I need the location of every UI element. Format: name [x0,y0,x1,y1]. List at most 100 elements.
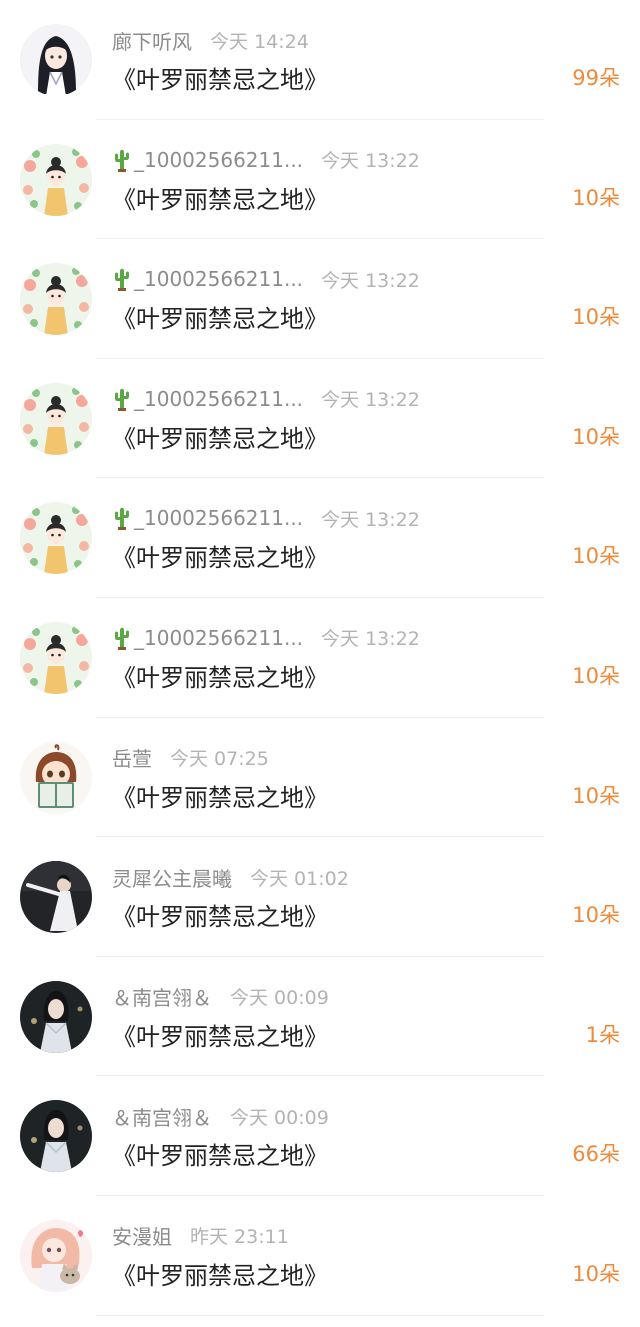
avatar[interactable] [20,1100,92,1173]
user-name-text: ＆南宫翎＆ [112,1105,212,1130]
timestamp: 今天 00:09 [230,1106,329,1129]
item-meta: 安漫姐 昨天 23:11 [112,1222,289,1250]
cactus-icon [112,267,132,292]
dancer-photo-icon [20,861,92,934]
book-title: 《叶罗丽禁忌之地》 [112,66,328,94]
flower-count: 10朵 [572,1261,620,1286]
book-title: 《叶罗丽禁忌之地》 [112,1142,328,1171]
gift-record-list: 廊下听风 今天 14:24 《叶罗丽禁忌之地》 99朵 _10002566211… [0,0,640,1316]
item-meta: _10002566211... 今天 13:22 [112,265,420,293]
book-title: 《叶罗丽禁忌之地》 [112,185,328,214]
list-item[interactable]: 岳萱 今天 07:25 《叶罗丽禁忌之地》 10朵 [0,718,640,838]
avatar[interactable] [20,741,92,814]
list-item[interactable]: _10002566211... 今天 13:22 《叶罗丽禁忌之地》 10朵 [0,239,640,359]
cactus-icon [112,626,132,650]
user-name[interactable]: ＆南宫翎＆ [112,982,212,1011]
user-name[interactable]: 廊下听风 [112,26,192,55]
list-item[interactable]: 廊下听风 今天 14:24 《叶罗丽禁忌之地》 99朵 [0,0,640,120]
item-meta: 廊下听风 今天 14:24 [112,26,309,54]
book-title: 《叶罗丽禁忌之地》 [112,903,328,932]
list-item[interactable]: 灵犀公主晨曦 今天 01:02 《叶罗丽禁忌之地》 10朵 [0,837,640,957]
user-name-text: _10002566211... [134,506,304,531]
user-name[interactable]: _10002566211... [112,267,304,292]
item-meta: _10002566211... 今天 13:22 [112,146,420,174]
list-item[interactable]: ＆南宫翎＆ 今天 00:09 《叶罗丽禁忌之地》 1朵 [0,957,640,1077]
timestamp: 今天 13:22 [321,269,420,292]
timestamp: 昨天 23:11 [190,1226,289,1249]
flower-count: 1朵 [585,1022,620,1047]
book-title: 《叶罗丽禁忌之地》 [112,1261,328,1290]
user-name-text: _10002566211... [134,147,304,172]
user-name-text: _10002566211... [134,267,304,292]
timestamp: 今天 01:02 [250,867,349,890]
avatar[interactable] [20,24,92,96]
floral-girl-icon [20,621,92,694]
user-name-text: 安漫姐 [112,1225,172,1250]
book-title: 《叶罗丽禁忌之地》 [112,424,328,453]
item-meta: ＆南宫翎＆ 今天 00:09 [112,1102,329,1130]
cactus-icon [112,387,132,411]
user-name[interactable]: 岳萱 [112,743,152,772]
list-item[interactable]: _10002566211... 今天 13:22 《叶罗丽禁忌之地》 10朵 [0,598,640,718]
user-name-text: _10002566211... [134,386,304,411]
user-name[interactable]: _10002566211... [112,626,303,650]
avatar[interactable] [20,621,92,694]
floral-girl-icon [20,263,92,336]
avatar[interactable] [20,861,92,934]
timestamp: 今天 07:25 [170,748,269,771]
woman-white-dress-photo-icon [20,1100,92,1173]
floral-girl-icon [20,382,92,455]
user-name[interactable]: ＆南宫翎＆ [112,1102,212,1131]
girl-reading-book-icon [20,741,92,814]
avatar[interactable] [20,1219,92,1292]
user-name-text: _10002566211... [134,625,304,650]
flower-count: 10朵 [572,185,620,210]
avatar[interactable] [20,143,92,216]
anime-girl-with-cat-icon [20,1219,92,1292]
flower-count: 10朵 [572,305,620,330]
book-title: 《叶罗丽禁忌之地》 [112,544,328,573]
flower-count: 10朵 [572,424,620,449]
user-name[interactable]: 灵犀公主晨曦 [112,863,232,892]
user-name[interactable]: _10002566211... [112,148,303,172]
user-name[interactable]: _10002566211... [112,387,303,411]
floral-girl-icon [20,143,92,216]
flower-count: 99朵 [572,66,620,90]
flower-count: 10朵 [572,663,620,688]
cactus-icon [112,506,132,531]
item-meta: 岳萱 今天 07:25 [112,744,269,772]
timestamp: 今天 00:09 [230,987,329,1010]
timestamp: 今天 14:24 [210,30,309,53]
item-meta: _10002566211... 今天 13:22 [112,385,420,413]
list-item[interactable]: _10002566211... 今天 13:22 《叶罗丽禁忌之地》 10朵 [0,120,640,240]
timestamp: 今天 13:22 [321,150,420,173]
list-item[interactable]: _10002566211... 今天 13:22 《叶罗丽禁忌之地》 10朵 [0,359,640,479]
user-name[interactable]: 安漫姐 [112,1221,172,1250]
list-item[interactable]: ＆南宫翎＆ 今天 00:09 《叶罗丽禁忌之地》 66朵 [0,1076,640,1196]
flower-count: 10朵 [572,544,620,569]
floral-girl-icon [20,502,92,575]
item-meta: _10002566211... 今天 13:22 [112,624,420,652]
user-name-text: 灵犀公主晨曦 [112,866,232,891]
book-title: 《叶罗丽禁忌之地》 [112,305,328,334]
item-meta: _10002566211... 今天 13:22 [112,504,420,532]
user-name-text: 廊下听风 [112,29,192,54]
user-name-text: 岳萱 [112,747,152,772]
avatar[interactable] [20,980,92,1053]
list-item[interactable]: _10002566211... 今天 13:22 《叶罗丽禁忌之地》 10朵 [0,478,640,598]
book-title: 《叶罗丽禁忌之地》 [112,783,328,812]
anime-girl-black-hair-icon [20,24,92,96]
item-meta: 灵犀公主晨曦 今天 01:02 [112,863,349,891]
avatar[interactable] [20,502,92,575]
book-title: 《叶罗丽禁忌之地》 [112,1022,328,1051]
woman-white-dress-photo-icon [20,980,92,1053]
flower-count: 10朵 [572,903,620,928]
user-name[interactable]: _10002566211... [112,506,304,531]
flower-count: 66朵 [572,1142,620,1167]
list-item[interactable]: 安漫姐 昨天 23:11 《叶罗丽禁忌之地》 10朵 [0,1196,640,1316]
avatar[interactable] [20,263,92,336]
timestamp: 今天 13:22 [321,628,420,651]
avatar[interactable] [20,382,92,455]
timestamp: 今天 13:22 [321,389,420,412]
item-meta: ＆南宫翎＆ 今天 00:09 [112,983,329,1011]
